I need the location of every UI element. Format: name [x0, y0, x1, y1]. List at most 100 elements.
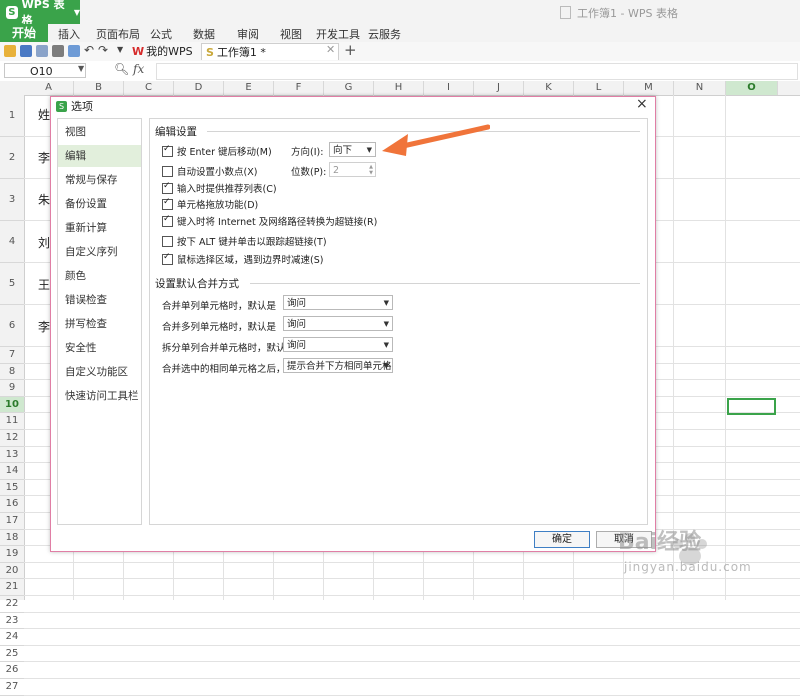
row-header-27[interactable]: 27	[0, 679, 24, 696]
checkbox-unchecked[interactable]	[162, 165, 173, 177]
nav-item-custom-ribbon[interactable]: 自定义功能区	[58, 361, 141, 383]
column-header-f[interactable]: F	[274, 81, 324, 95]
option-auto-hyperlink[interactable]: 键入时将 Internet 及网络路径转换为超链接(R)	[162, 214, 377, 228]
doc-tab-workbook[interactable]: S 工作簿1 *	[201, 43, 339, 60]
row-header-11[interactable]: 11	[0, 413, 24, 430]
row-header-23[interactable]: 23	[0, 613, 24, 630]
option-autocomplete[interactable]: 输入时提供推荐列表(C)	[162, 181, 277, 195]
column-header-n[interactable]: N	[674, 81, 726, 95]
option-select-slowdown[interactable]: 鼠标选择区域，遇到边界时减速(S)	[162, 252, 323, 266]
row-header-9[interactable]: 9	[0, 380, 24, 397]
cell-a5[interactable]: 王	[38, 276, 50, 293]
column-header-l[interactable]: L	[574, 81, 624, 95]
cell-a2[interactable]: 李	[38, 149, 50, 166]
split-single-col-select[interactable]: 询问 ▼	[283, 337, 393, 352]
option-alt-click-hyperlink[interactable]: 按下 ALT 键并单击以跟踪超链接(T)	[162, 234, 327, 248]
row-header-16[interactable]: 16	[0, 496, 24, 513]
tab-page-layout[interactable]: 页面布局	[96, 26, 140, 42]
row-header-5[interactable]: 5	[0, 263, 24, 305]
tab-cloud[interactable]: 云服务	[368, 26, 401, 42]
nav-item-backup[interactable]: 备份设置	[58, 193, 141, 215]
checkbox-checked[interactable]	[162, 214, 173, 227]
row-header-21[interactable]: 21	[0, 579, 24, 596]
open-folder-icon[interactable]	[4, 45, 16, 57]
column-header-c[interactable]: C	[124, 81, 174, 95]
option-drag-drop[interactable]: 单元格拖放功能(D)	[162, 197, 258, 211]
dialog-close-button[interactable]: ×	[636, 96, 648, 112]
nav-item-quick-access[interactable]: 快速访问工具栏	[58, 385, 141, 407]
column-header-j[interactable]: J	[474, 81, 524, 95]
row-header-4[interactable]: 4	[0, 221, 24, 263]
tab-view[interactable]: 视图	[280, 26, 302, 42]
places-stepper[interactable]: 2 ▲ ▼	[329, 162, 376, 177]
direction-select[interactable]: 向下 ▼	[329, 142, 376, 157]
nav-item-edit[interactable]: 编辑	[58, 145, 141, 167]
option-auto-decimal[interactable]: 自动设置小数点(X)	[162, 164, 257, 178]
nav-item-error-check[interactable]: 错误检查	[58, 289, 141, 311]
tab-insert[interactable]: 插入	[58, 26, 80, 42]
row-header-1[interactable]: 1	[0, 95, 24, 137]
row-header-8[interactable]: 8	[0, 364, 24, 381]
row-header-25[interactable]: 25	[0, 646, 24, 663]
column-header-h[interactable]: H	[374, 81, 424, 95]
tab-start[interactable]: 开始	[0, 24, 48, 42]
nav-item-general-save[interactable]: 常规与保存	[58, 169, 141, 191]
row-header-12[interactable]: 12	[0, 430, 24, 447]
row-header-14[interactable]: 14	[0, 463, 24, 480]
checkbox-checked[interactable]	[162, 181, 173, 194]
doc-tab-my-wps[interactable]: W 我的WPS	[132, 43, 193, 60]
chevron-down-icon[interactable]: ▼	[78, 64, 84, 73]
column-header-a[interactable]: A	[24, 81, 74, 95]
row-header-2[interactable]: 2	[0, 137, 24, 179]
checkbox-checked[interactable]	[162, 197, 173, 210]
row-header-20[interactable]: 20	[0, 563, 24, 580]
row-header-17[interactable]: 17	[0, 513, 24, 530]
print-icon[interactable]	[52, 45, 64, 57]
cell-a4[interactable]: 刘	[38, 234, 50, 251]
row-header-10[interactable]: 10	[0, 396, 24, 414]
tab-developer[interactable]: 开发工具	[316, 26, 360, 42]
merge-multi-col-select[interactable]: 询问 ▼	[283, 316, 393, 331]
cell-a1[interactable]: 姓	[38, 106, 50, 123]
option-move-after-enter[interactable]: 按 Enter 键后移动(M)	[162, 144, 272, 158]
close-icon[interactable]: ✕	[326, 43, 335, 56]
row-header-3[interactable]: 3	[0, 179, 24, 221]
row-header-24[interactable]: 24	[0, 629, 24, 646]
cell-a6[interactable]: 李	[38, 318, 50, 335]
checkbox-unchecked[interactable]	[162, 235, 173, 247]
column-header-g[interactable]: G	[324, 81, 374, 95]
column-header-m[interactable]: M	[624, 81, 674, 95]
customize-toolbar-icon[interactable]: ▼	[117, 45, 123, 54]
merge-same-cells-select[interactable]: 提示合并下方相同单元格 ▼	[283, 358, 393, 373]
nav-item-view[interactable]: 视图	[58, 121, 141, 143]
column-header-i[interactable]: I	[424, 81, 474, 95]
zoom-icon[interactable]: 🔍︎	[114, 62, 129, 76]
nav-item-security[interactable]: 安全性	[58, 337, 141, 359]
active-cell-o10[interactable]	[727, 398, 776, 415]
row-header-6[interactable]: 6	[0, 305, 24, 347]
merge-single-col-select[interactable]: 询问 ▼	[283, 295, 393, 310]
redo-icon[interactable]: ↷	[98, 43, 108, 57]
row-header-26[interactable]: 26	[0, 662, 24, 679]
row-header-19[interactable]: 19	[0, 546, 24, 563]
name-box[interactable]: O10	[4, 63, 86, 78]
nav-item-spelling[interactable]: 拼写检查	[58, 313, 141, 335]
row-header-15[interactable]: 15	[0, 480, 24, 497]
column-header-e[interactable]: E	[224, 81, 274, 95]
add-tab-button[interactable]: +	[344, 41, 357, 59]
checkbox-checked[interactable]	[162, 144, 173, 157]
nav-item-colors[interactable]: 颜色	[58, 265, 141, 287]
fx-icon[interactable]: fx	[133, 62, 144, 76]
preview-icon[interactable]	[68, 45, 80, 57]
column-header-b[interactable]: B	[74, 81, 124, 95]
cell-a3[interactable]: 朱	[38, 191, 50, 208]
row-header-18[interactable]: 18	[0, 530, 24, 547]
column-header-d[interactable]: D	[174, 81, 224, 95]
checkbox-checked[interactable]	[162, 252, 173, 265]
row-header-13[interactable]: 13	[0, 447, 24, 464]
export-icon[interactable]	[36, 45, 48, 57]
tab-data[interactable]: 数据	[193, 26, 215, 42]
row-header-22[interactable]: 22	[0, 596, 24, 613]
tab-formulas[interactable]: 公式	[150, 26, 172, 42]
undo-icon[interactable]: ↶	[84, 43, 94, 57]
